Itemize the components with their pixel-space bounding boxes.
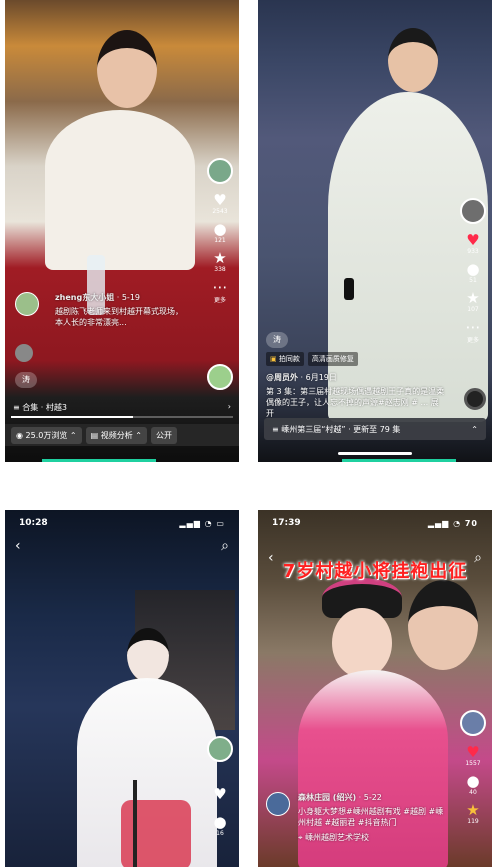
heart-icon[interactable]: ♥: [458, 744, 488, 760]
progress-fill: [11, 416, 134, 418]
tag-badge: 涛: [15, 372, 37, 388]
views-button[interactable]: ◉ 25.0万浏览 ⌃: [11, 426, 82, 444]
comment-count: 51: [469, 277, 477, 284]
caption: 小身躯大梦想#嵊州越剧有戏 #越剧 #嵊州村越 #越丽君 #抖音热门: [298, 807, 444, 827]
status-time: 17:39: [272, 518, 301, 528]
action-rail: ♥ 2543 ● 121 ★ 338 ⋯ 更多: [205, 158, 235, 310]
author-avatar[interactable]: [460, 198, 486, 224]
microphone: [344, 278, 354, 300]
star-icon[interactable]: ★: [458, 290, 488, 306]
author-name[interactable]: zheng东大小姐: [55, 293, 114, 302]
tag-badge: 涛: [266, 332, 288, 348]
performer-head: [127, 628, 169, 682]
post-date: · 5-19: [116, 293, 140, 302]
music-disc[interactable]: [464, 388, 486, 410]
tile2-highlight-line: [342, 459, 456, 462]
like-count: 2543: [212, 208, 228, 215]
action-rail: ♥ ● 16: [205, 736, 235, 843]
chart-icon: ▤: [90, 430, 101, 440]
secondary-avatar[interactable]: [15, 344, 33, 362]
author-name[interactable]: @周员外: [266, 373, 298, 382]
status-icons: ▂▄▆ ◔ ▭: [179, 518, 225, 528]
collection-bar[interactable]: ≡ 嵊州第三届“村越” · 更新至 79 集 ⌃: [264, 418, 486, 440]
bottom-right-avatar[interactable]: [207, 364, 233, 390]
video-card-1[interactable]: ♥ 2543 ● 121 ★ 338 ⋯ 更多 zheng东大小姐 · 5-19…: [5, 0, 239, 462]
more-label: 更多: [213, 297, 226, 304]
same-style-badge[interactable]: ▣ 拍同款: [266, 352, 304, 366]
video-card-3[interactable]: 10:28 ▂▄▆ ◔ ▭ ‹ ⌕ ♥ ● 16: [5, 510, 239, 867]
status-time: 10:28: [19, 518, 48, 528]
post-date: · 5-22: [358, 793, 382, 802]
favorite-count: 338: [214, 266, 226, 273]
location-row[interactable]: ⌖ 嵊州越剧艺术学校: [298, 832, 369, 843]
heart-icon[interactable]: ♥: [205, 786, 235, 802]
author-avatar[interactable]: [460, 710, 486, 736]
star-icon[interactable]: ★: [205, 250, 235, 266]
more-icon[interactable]: ⋯: [205, 279, 235, 295]
woman-head: [97, 30, 157, 108]
woman-figure: [45, 110, 195, 270]
collection-row[interactable]: ≡ 合集 · 村越3 ›: [13, 402, 231, 413]
comment-icon[interactable]: ●: [205, 814, 235, 830]
collection-label: 嵊州第三届“村越” · 更新至 79 集: [281, 424, 401, 434]
chevron-right-icon: ›: [227, 402, 231, 411]
public-button[interactable]: 公开: [150, 426, 177, 444]
stats-bar: ◉ 25.0万浏览 ⌃ ▤ 视频分析 ⌃ 公开: [5, 424, 239, 446]
like-count: 933: [467, 248, 479, 255]
comment-icon[interactable]: ●: [458, 773, 488, 789]
search-icon[interactable]: ⌕: [221, 538, 229, 554]
comment-icon[interactable]: ●: [458, 261, 488, 277]
playback-progress[interactable]: [11, 416, 233, 418]
collection-label: 合集 · 村越3: [22, 403, 67, 412]
child-face: [332, 608, 392, 678]
hd-badge[interactable]: 高清画质修复: [307, 352, 358, 366]
video-card-2[interactable]: ♥ 933 ● 51 ★ 107 ⋯ 更多 涛 ▣ 拍同款 高清画质修复 @周员…: [258, 0, 492, 462]
author-line: @周员外 · 6月19日: [266, 372, 337, 383]
caption: 越剧陈飞老师来到村越开幕式现场，本人长的非常漂亮...: [55, 307, 183, 327]
analysis-button[interactable]: ▤ 视频分析 ⌃: [85, 426, 147, 444]
man-head: [388, 28, 438, 92]
favorite-count: 107: [467, 306, 479, 313]
back-icon[interactable]: ‹: [15, 538, 21, 554]
layers-icon: ≡: [13, 403, 23, 412]
post-date: · 6月19日: [300, 373, 337, 382]
layers-icon: ≡: [272, 424, 282, 434]
heart-icon[interactable]: ♥: [458, 232, 488, 248]
author-line: 森林庄园 (绍兴) · 5-22: [298, 792, 382, 803]
home-indicator: [338, 452, 412, 455]
author-avatar-small[interactable]: [266, 792, 290, 816]
more-label: 更多: [466, 337, 479, 344]
status-bar: 17:39 ▂▄▆ ◔ 70: [258, 510, 492, 536]
status-icons: ▂▄▆ ◔ 70: [427, 518, 478, 528]
comment-count: 121: [214, 237, 226, 244]
action-rail: ♥ 1557 ● 40 ★ 119: [458, 710, 488, 831]
author-avatar[interactable]: [207, 158, 233, 184]
more-icon[interactable]: ⋯: [458, 319, 488, 335]
tile1-highlight-line: [42, 459, 156, 462]
chevron-up-icon: ⌃: [471, 424, 478, 434]
comment-icon[interactable]: ●: [205, 221, 235, 237]
status-bar: 10:28 ▂▄▆ ◔ ▭: [5, 510, 239, 536]
favorite-count: 119: [467, 818, 479, 825]
eye-icon: ◉: [16, 430, 26, 440]
comment-count: 16: [216, 830, 224, 837]
chain: [133, 780, 137, 867]
caption: 第 3 集：第三届村越现场偶遇越剧王子真的是温柔偶像的王子，让人忘不掉的声源#赵…: [266, 387, 445, 418]
camera-icon: ▣: [270, 355, 279, 363]
video-title-banner: 7岁村越小将挂袍出征: [282, 561, 468, 582]
author-avatar[interactable]: [207, 736, 233, 762]
red-sash: [121, 800, 191, 867]
like-count: 1557: [465, 760, 481, 767]
author-avatar-small[interactable]: [15, 292, 39, 316]
author-name[interactable]: 森林庄园 (绍兴): [298, 793, 356, 802]
location-pin-icon: ⌖: [298, 833, 306, 842]
heart-icon[interactable]: ♥: [205, 192, 235, 208]
comment-count: 40: [469, 789, 477, 796]
star-icon[interactable]: ★: [458, 802, 488, 818]
author-line: zheng东大小姐 · 5-19: [55, 292, 140, 303]
badge-row: ▣ 拍同款 高清画质修复: [266, 352, 358, 366]
location-label: 嵊州越剧艺术学校: [305, 833, 370, 842]
adult-head: [408, 580, 478, 670]
action-rail: ♥ 933 ● 51 ★ 107 ⋯ 更多: [458, 198, 488, 350]
